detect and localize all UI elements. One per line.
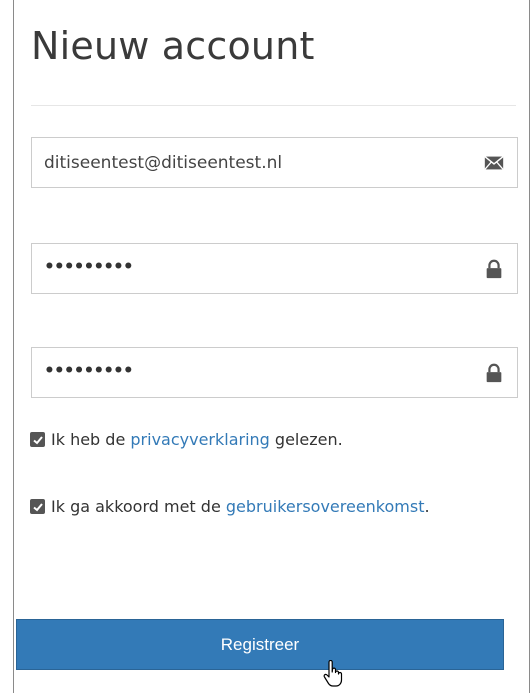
privacy-link[interactable]: privacyverklaring bbox=[130, 430, 269, 449]
terms-consent-row: Ik ga akkoord met de gebruikersovereenko… bbox=[30, 497, 430, 516]
confirm-password-field[interactable]: ••••••••• bbox=[31, 347, 518, 398]
envelope-icon bbox=[483, 152, 505, 174]
password-field[interactable]: ••••••••• bbox=[31, 243, 518, 294]
lock-icon bbox=[483, 362, 505, 384]
privacy-label-prefix: Ik heb de bbox=[51, 430, 131, 449]
terms-label-suffix: . bbox=[424, 497, 430, 516]
email-field[interactable]: ditiseentest@ditiseentest.nl bbox=[31, 137, 518, 188]
lock-icon bbox=[483, 258, 505, 280]
privacy-consent-row: Ik heb de privacyverklaring gelezen. bbox=[30, 430, 343, 449]
hand-cursor-icon bbox=[323, 660, 343, 687]
email-value: ditiseentest@ditiseentest.nl bbox=[44, 153, 283, 173]
register-button[interactable]: Registreer bbox=[16, 619, 504, 670]
page-title: Nieuw account bbox=[31, 24, 315, 68]
terms-checkbox[interactable] bbox=[30, 499, 45, 514]
password-masked-value: ••••••••• bbox=[44, 257, 134, 277]
register-panel: Nieuw account ditiseentest@ditiseentest.… bbox=[13, 0, 530, 693]
title-divider bbox=[31, 105, 516, 106]
privacy-checkbox[interactable] bbox=[30, 432, 45, 447]
privacy-label-suffix: gelezen. bbox=[269, 430, 343, 449]
terms-label-prefix: Ik ga akkoord met de bbox=[51, 497, 226, 516]
terms-link[interactable]: gebruikersovereenkomst bbox=[226, 497, 425, 516]
confirm-password-masked-value: ••••••••• bbox=[44, 361, 134, 381]
